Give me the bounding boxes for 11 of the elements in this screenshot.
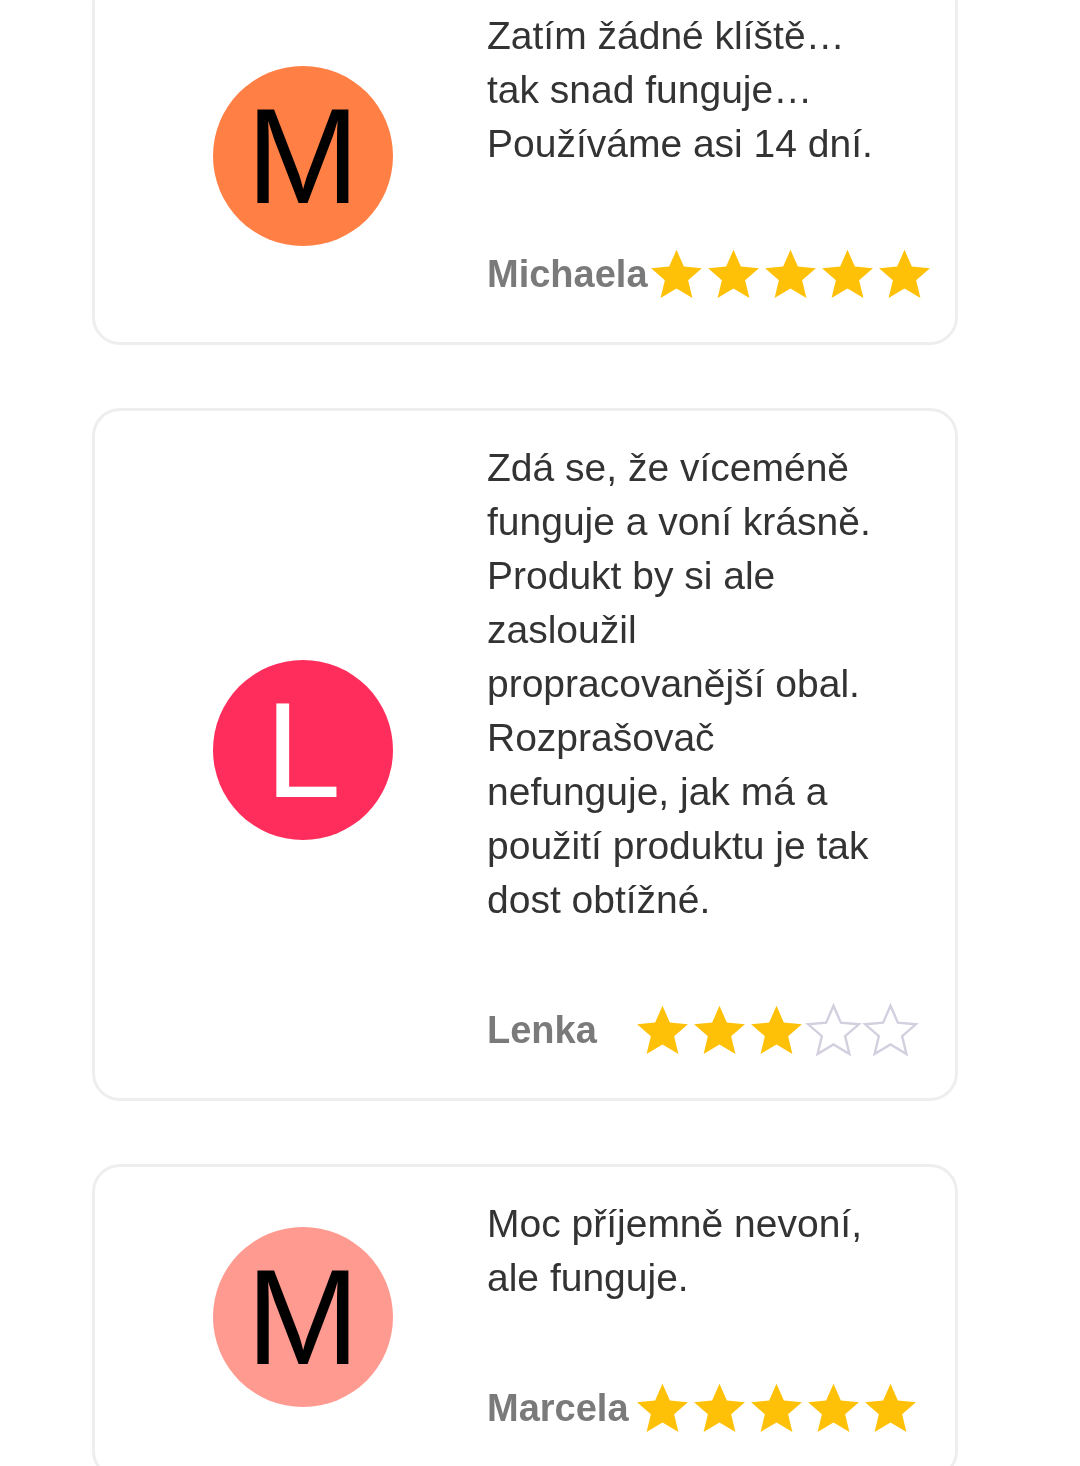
empty-star-icon [805, 1001, 862, 1058]
avatar: M [213, 1226, 393, 1407]
review-text: Zatím žádné klíště… tak snad funguje… Používáme asi 14 dní. [487, 13, 874, 167]
reviewer-name: Marcela [487, 1385, 629, 1431]
reviewer-name: Michaela [487, 251, 648, 297]
reviewer-name: Lenka [487, 1007, 597, 1053]
review-text: Zdá se, že víceméně funguje a voní krásně. Produkt by si ale zasloužil propracovanější obal. Rozprašovač nefunguje, jak má a použití produktu je tak dost obtížné. [487, 445, 872, 923]
avatar: M [213, 65, 393, 246]
review-text: Moc příjemně nevoní, ale funguje. [487, 1201, 863, 1301]
avatar: L [213, 659, 393, 840]
empty-star-icon [862, 1001, 919, 1058]
